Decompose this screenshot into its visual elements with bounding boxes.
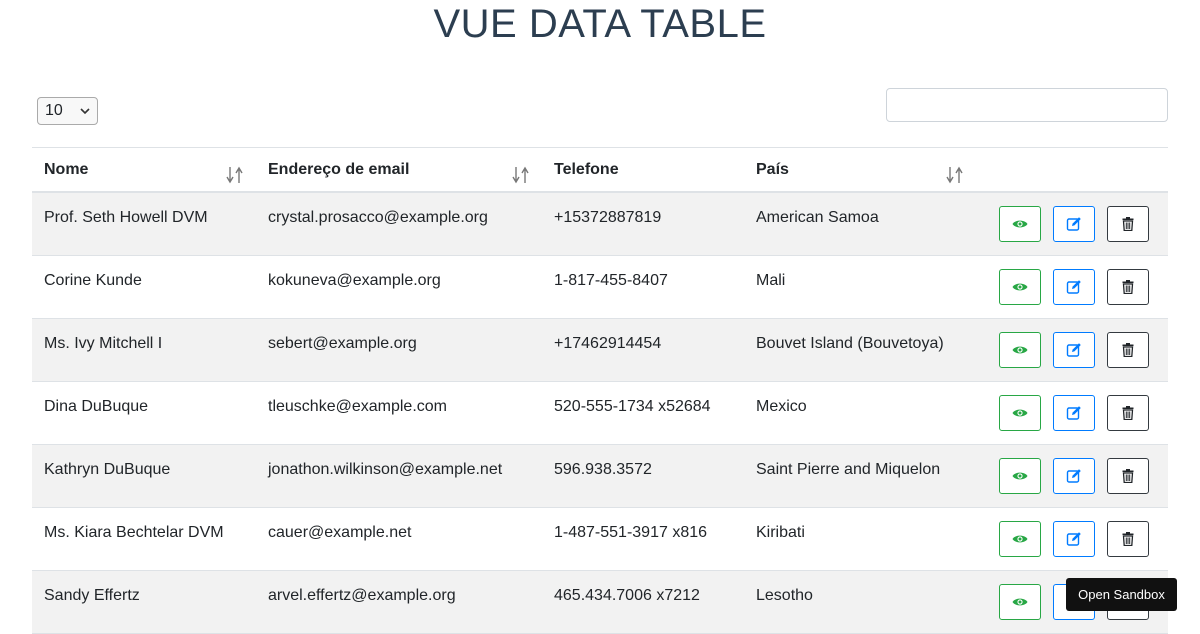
trash-icon	[1122, 343, 1134, 357]
table-row: Prof. Seth Howell DVM crystal.prosacco@ex…	[32, 193, 1168, 256]
cell-nome: Ms. Kiara Bechtelar DVM	[44, 524, 224, 541]
table-row: Ms. Kiara Bechtelar DVM cauer@example.net…	[32, 508, 1168, 571]
trash-icon	[1122, 469, 1134, 483]
cell-telefone: 1-487-551-3917 x816	[554, 524, 708, 541]
cell-pais: Lesotho	[756, 587, 813, 604]
delete-button[interactable]	[1107, 332, 1149, 368]
cell-email: tleuschke@example.com	[268, 398, 447, 415]
sort-arrows-icon[interactable]	[511, 166, 531, 184]
cell-pais: American Samoa	[756, 209, 879, 226]
per-page-value: 10	[45, 102, 63, 119]
edit-button[interactable]	[1053, 458, 1095, 494]
view-button[interactable]	[999, 458, 1041, 494]
edit-button[interactable]	[1053, 269, 1095, 305]
delete-button[interactable]	[1107, 395, 1149, 431]
data-table: Nome Endereço de email Telefone País Pro…	[32, 147, 1168, 634]
chevron-down-icon	[80, 108, 90, 115]
cell-email: arvel.effertz@example.org	[268, 587, 456, 604]
edit-icon	[1066, 279, 1082, 295]
cell-email: crystal.prosacco@example.org	[268, 209, 488, 226]
trash-icon	[1122, 532, 1134, 546]
table-row: Sandy Effertz arvel.effertz@example.org 46…	[32, 571, 1168, 634]
table-row: Kathryn DuBuque jonathon.wilkinson@exampl…	[32, 445, 1168, 508]
eye-icon	[1012, 344, 1028, 356]
view-button[interactable]	[999, 395, 1041, 431]
trash-icon	[1122, 217, 1134, 231]
cell-telefone: 1-817-455-8407	[554, 272, 668, 289]
view-button[interactable]	[999, 269, 1041, 305]
cell-pais: Kiribati	[756, 524, 805, 541]
cell-pais: Mali	[756, 272, 786, 289]
table-row: Ms. Ivy Mitchell I sebert@example.org +174…	[32, 319, 1168, 382]
sort-arrows-icon[interactable]	[945, 166, 965, 184]
cell-telefone: +15372887819	[554, 209, 662, 226]
open-sandbox-tooltip[interactable]: Open Sandbox	[1066, 578, 1177, 611]
column-header-email[interactable]: Endereço de email	[268, 161, 409, 179]
cell-nome: Dina DuBuque	[44, 398, 149, 415]
delete-button[interactable]	[1107, 269, 1149, 305]
column-header-nome[interactable]: Nome	[44, 161, 88, 179]
eye-icon	[1012, 470, 1028, 482]
cell-nome: Prof. Seth Howell DVM	[44, 209, 208, 226]
edit-icon	[1066, 342, 1082, 358]
cell-email: kokuneva@example.org	[268, 272, 441, 289]
cell-nome: Sandy Effertz	[44, 587, 140, 604]
cell-telefone: 596.938.3572	[554, 461, 652, 478]
table-body: Prof. Seth Howell DVM crystal.prosacco@ex…	[32, 193, 1168, 634]
table-header: Nome Endereço de email Telefone País	[32, 147, 1168, 193]
edit-button[interactable]	[1053, 521, 1095, 557]
cell-telefone: 465.434.7006 x7212	[554, 587, 700, 604]
cell-telefone: +17462914454	[554, 335, 662, 352]
edit-icon	[1066, 405, 1082, 421]
table-row: Corine Kunde kokuneva@example.org 1-817-45…	[32, 256, 1168, 319]
trash-icon	[1122, 280, 1134, 294]
delete-button[interactable]	[1107, 521, 1149, 557]
column-header-pais[interactable]: País	[756, 161, 789, 179]
delete-button[interactable]	[1107, 458, 1149, 494]
view-button[interactable]	[999, 584, 1041, 620]
per-page-select[interactable]: 10	[37, 97, 98, 125]
eye-icon	[1012, 281, 1028, 293]
search-input[interactable]	[886, 88, 1168, 122]
page-title: VUE DATA TABLE	[433, 2, 767, 46]
cell-pais: Bouvet Island (Bouvetoya)	[756, 335, 944, 352]
cell-nome: Corine Kunde	[44, 272, 142, 289]
cell-nome: Ms. Ivy Mitchell I	[44, 335, 163, 352]
view-button[interactable]	[999, 332, 1041, 368]
cell-email: cauer@example.net	[268, 524, 412, 541]
cell-telefone: 520-555-1734 x52684	[554, 398, 711, 415]
edit-icon	[1066, 531, 1082, 547]
cell-email: sebert@example.org	[268, 335, 417, 352]
eye-icon	[1012, 407, 1028, 419]
edit-button[interactable]	[1053, 206, 1095, 242]
edit-icon	[1066, 468, 1082, 484]
sort-arrows-icon[interactable]	[225, 166, 245, 184]
cell-email: jonathon.wilkinson@example.net	[268, 461, 503, 478]
view-button[interactable]	[999, 521, 1041, 557]
table-row: Dina DuBuque tleuschke@example.com 520-555…	[32, 382, 1168, 445]
eye-icon	[1012, 533, 1028, 545]
delete-button[interactable]	[1107, 206, 1149, 242]
eye-icon	[1012, 596, 1028, 608]
cell-pais: Mexico	[756, 398, 807, 415]
edit-button[interactable]	[1053, 395, 1095, 431]
cell-nome: Kathryn DuBuque	[44, 461, 171, 478]
trash-icon	[1122, 406, 1134, 420]
eye-icon	[1012, 218, 1028, 230]
view-button[interactable]	[999, 206, 1041, 242]
edit-icon	[1066, 216, 1082, 232]
edit-button[interactable]	[1053, 332, 1095, 368]
cell-pais: Saint Pierre and Miquelon	[756, 461, 941, 478]
column-header-telefone: Telefone	[554, 161, 619, 178]
